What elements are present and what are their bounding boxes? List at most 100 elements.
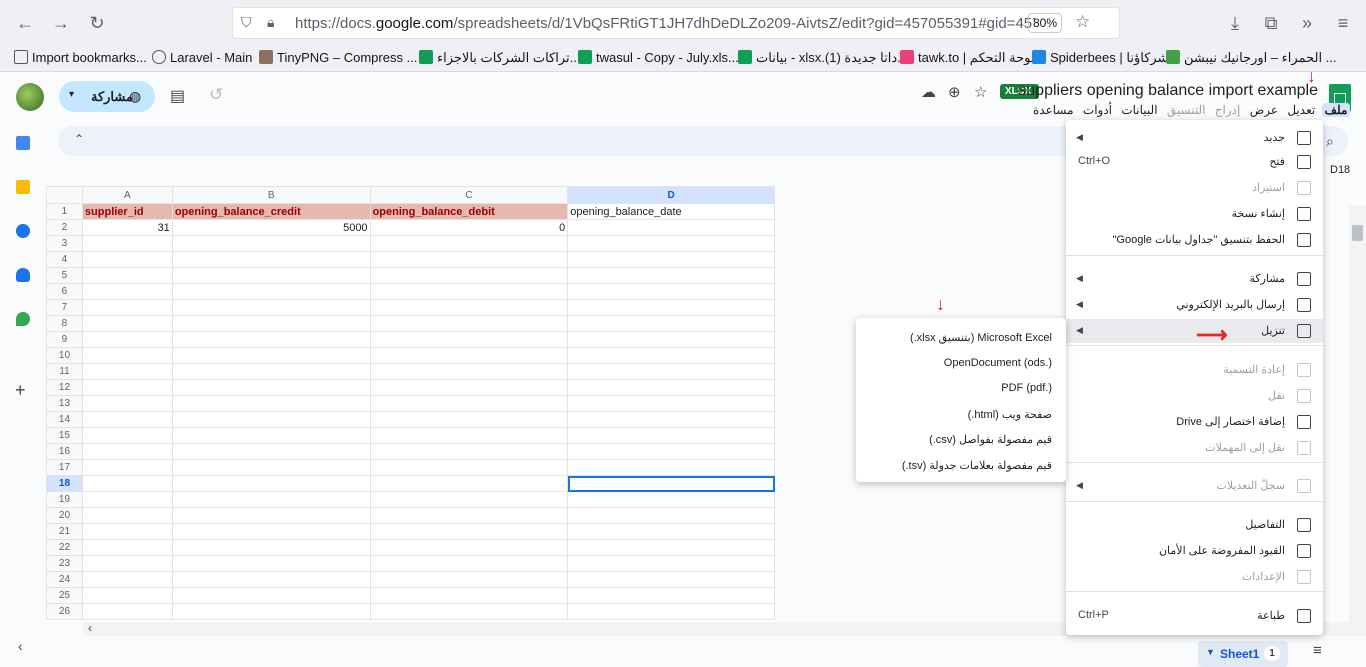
cell[interactable] [171,507,371,524]
row-header[interactable]: 17 [46,459,83,476]
row-header[interactable]: 1 [46,203,83,220]
scroll-thumb[interactable] [1352,225,1363,241]
extensions-icon[interactable]: ⧉ [1258,10,1284,36]
row-header[interactable]: 23 [46,555,83,572]
cloud-icon[interactable]: ☁ [921,83,936,101]
cell[interactable] [567,331,775,348]
cell[interactable] [81,587,173,604]
row-header[interactable]: 24 [46,571,83,588]
row-header[interactable]: 21 [46,523,83,540]
row-header[interactable]: 10 [46,347,83,364]
cell[interactable] [81,331,173,348]
file-menu-item[interactable]: إرسال بالبريد الإلكتروني ◀ [1066,293,1323,317]
cell[interactable] [369,507,569,524]
star-icon[interactable]: ☆ [1075,12,1090,32]
file-menu-item[interactable]: طباعة Ctrl+P [1066,604,1323,628]
menu-icon[interactable]: ≡ [1330,10,1356,36]
cell[interactable] [567,523,775,540]
cell[interactable] [369,603,569,620]
scroll-left-icon[interactable]: ‹ [88,621,92,635]
file-menu-item[interactable]: تنزيل ◀ [1066,319,1323,343]
cell[interactable] [369,267,569,284]
cell[interactable] [171,443,371,460]
row-header[interactable]: 16 [46,443,83,460]
comment-icon[interactable]: ▤ [170,86,185,106]
row-header[interactable]: 25 [46,587,83,604]
menu-tools[interactable]: أدوات [1080,103,1115,117]
tasks-icon[interactable] [16,224,30,238]
all-sheets-icon[interactable]: ≡ [1313,642,1322,659]
cell[interactable] [369,587,569,604]
cell[interactable] [567,443,775,460]
row-header[interactable]: 13 [46,395,83,412]
cell[interactable] [369,539,569,556]
cell[interactable] [369,283,569,300]
cell[interactable] [81,491,173,508]
cell[interactable] [567,555,775,572]
file-menu-item[interactable]: القيود المفروضة على الأمان [1066,539,1323,563]
menu-help[interactable]: مساعدة [1030,103,1077,117]
row-header[interactable]: 19 [46,491,83,508]
row-header[interactable]: 2 [46,219,83,236]
bookmark-item[interactable]: Spiderbees | شركاؤنا [1032,50,1168,66]
cell[interactable] [567,235,775,252]
sheet-tab[interactable]: ▼ Sheet1 1 [1198,641,1288,667]
row-header[interactable]: 5 [46,267,83,284]
cell[interactable]: 5000 [171,219,371,236]
download-format-item[interactable]: قيم مفصولة بفواصل (csv.) [929,433,1052,446]
cell[interactable] [81,475,173,492]
avatar[interactable] [16,83,44,111]
row-header[interactable]: 7 [46,299,83,316]
cell[interactable] [81,523,173,540]
cell[interactable]: 31 [81,219,173,236]
cell[interactable] [369,347,569,364]
cell[interactable]: opening_balance_credit [171,203,371,220]
drive-add-icon[interactable]: ⊕ [948,83,961,101]
cell[interactable] [171,235,371,252]
cell[interactable] [171,539,371,556]
row-header[interactable]: 14 [46,411,83,428]
cell[interactable] [567,363,775,380]
cell[interactable] [369,251,569,268]
cell[interactable] [171,571,371,588]
bookmark-item[interactable]: الحمراء – اورجانيك نيبشن ... [1166,50,1337,66]
file-menu-item[interactable]: التفاصيل [1066,513,1323,537]
cell[interactable] [171,427,371,444]
cell[interactable] [171,523,371,540]
cell[interactable] [81,235,173,252]
cell[interactable] [171,555,371,572]
cell[interactable] [567,491,775,508]
cell[interactable] [567,587,775,604]
cell[interactable] [567,411,775,428]
cell[interactable] [567,219,775,236]
cell[interactable] [171,411,371,428]
cell[interactable] [171,395,371,412]
cell[interactable] [567,267,775,284]
row-header[interactable]: 15 [46,427,83,444]
cell[interactable] [171,603,371,620]
cell[interactable] [369,363,569,380]
cell[interactable] [171,283,371,300]
row-header[interactable]: 12 [46,379,83,396]
cell[interactable] [567,379,775,396]
cell[interactable] [567,571,775,588]
cell[interactable] [369,571,569,588]
cell[interactable] [369,427,569,444]
cell[interactable] [81,507,173,524]
cell[interactable] [369,411,569,428]
reload-icon[interactable]: ↻ [84,10,110,36]
forward-icon[interactable]: → [48,10,74,36]
cell[interactable] [81,347,173,364]
cell[interactable]: 0 [369,219,569,236]
share-button[interactable]: ▾ مشاركة ◍ [59,81,155,112]
cell[interactable] [81,379,173,396]
cell[interactable] [369,475,569,492]
cell[interactable] [567,299,775,316]
cell[interactable] [81,267,173,284]
cell[interactable] [369,315,569,332]
download-format-item[interactable]: OpenDocument (ods.) [944,357,1052,369]
cell[interactable] [81,363,173,380]
cell[interactable] [567,427,775,444]
cell[interactable] [567,347,775,364]
name-box[interactable]: D18 [1330,164,1350,176]
